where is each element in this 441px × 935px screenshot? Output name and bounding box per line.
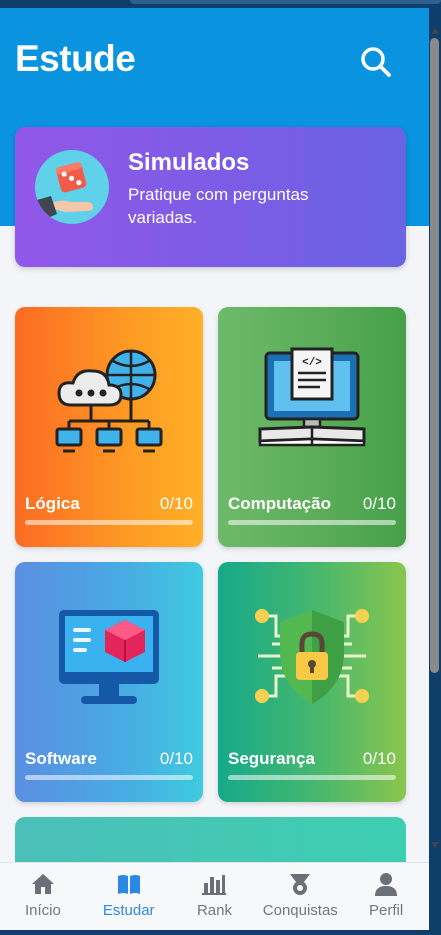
- app-screen: Estude Simulados Pratique com perguntas …: [0, 8, 429, 930]
- category-count: 0/10: [362, 749, 396, 768]
- progress-bar: [228, 520, 396, 525]
- home-icon: [31, 874, 54, 894]
- category-name: Computação: [228, 494, 331, 513]
- cloud-network-icon: [55, 349, 163, 453]
- bottom-nav: Início Estudar Rank Conquistas Perfil: [0, 862, 429, 930]
- nav-label: Início: [24, 902, 61, 919]
- book-icon: [117, 875, 140, 894]
- computer-code-book-icon: </>: [258, 347, 366, 447]
- shield-lock-icon: [255, 609, 369, 704]
- category-name: Lógica: [25, 494, 80, 513]
- scroll-thumb[interactable]: [430, 38, 439, 673]
- medal-icon: [290, 874, 311, 895]
- nav-item-inicio[interactable]: Início: [0, 863, 86, 930]
- svg-text:</>: </>: [302, 357, 322, 369]
- nav-item-conquistas[interactable]: Conquistas: [257, 863, 343, 930]
- monitor-cube-icon: [59, 610, 159, 704]
- nav-item-estudar[interactable]: Estudar: [86, 863, 172, 930]
- nav-item-perfil[interactable]: Perfil: [343, 863, 429, 930]
- search-icon: [361, 47, 391, 77]
- progress-bar: [25, 775, 193, 780]
- nav-label: Rank: [196, 902, 232, 919]
- category-card-software[interactable]: Software 0/10: [15, 562, 203, 802]
- device-frame: Estude Simulados Pratique com perguntas …: [0, 0, 441, 935]
- category-card-computacao[interactable]: </> Computação 0/10: [218, 307, 406, 547]
- category-card-seguranca[interactable]: Segurança 0/10: [218, 562, 406, 802]
- dice-hand-icon: [35, 150, 109, 224]
- category-count: 0/10: [159, 749, 193, 768]
- category-count: 0/10: [362, 494, 396, 513]
- page-title: Estude: [15, 38, 136, 79]
- nav-label: Perfil: [368, 902, 404, 919]
- category-name: Segurança: [228, 749, 315, 768]
- category-count: 0/10: [159, 494, 193, 513]
- scroll-up-arrow[interactable]: [431, 28, 439, 34]
- progress-bar: [228, 775, 396, 780]
- category-card-logica[interactable]: Lógica 0/10: [15, 307, 203, 547]
- nav-label: Estudar: [102, 902, 155, 919]
- scrollbar[interactable]: [429, 28, 441, 851]
- nav-label: Conquistas: [262, 902, 338, 919]
- bar-chart-icon: [202, 875, 227, 895]
- simulados-title: Simulados: [128, 149, 250, 176]
- user-icon: [375, 873, 398, 896]
- simulados-subtitle: Pratique com perguntas variadas.: [128, 185, 309, 227]
- progress-bar: [25, 520, 193, 525]
- status-bar-edge: [130, 0, 441, 4]
- search-button[interactable]: [356, 42, 396, 82]
- scroll-down-arrow[interactable]: [431, 842, 439, 848]
- simulados-card[interactable]: Simulados Pratique com perguntas variada…: [15, 127, 406, 267]
- nav-item-rank[interactable]: Rank: [172, 863, 258, 930]
- category-name: Software: [25, 749, 97, 768]
